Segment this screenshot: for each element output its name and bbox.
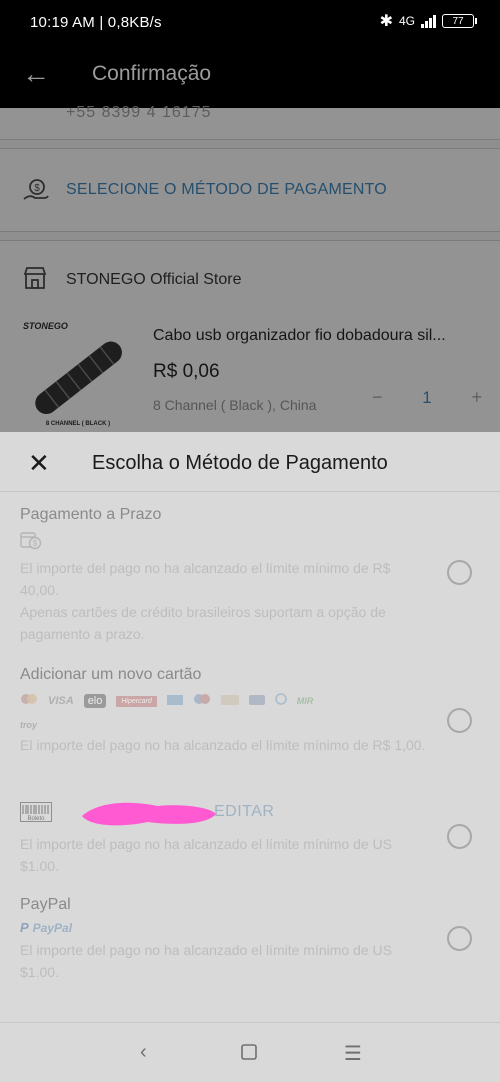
app-bar: ← Confirmação [0, 44, 500, 108]
product-price: R$ 0,06 [153, 361, 220, 382]
checkout-page: +55 8399 4 16175 $ SELECIONE O MÉTODO DE… [0, 104, 500, 432]
elo-icon: elo [83, 694, 107, 708]
calendar-dollar-icon: $ [20, 532, 42, 550]
payment-method-row[interactable]: $ SELECIONE O MÉTODO DE PAGAMENTO [0, 148, 500, 232]
product-image[interactable]: STONEGO 8 CHANNEL ( BLACK ) [20, 311, 136, 431]
status-icons: ✱ 4G 77 [379, 11, 477, 31]
product-image-caption: 8 CHANNEL ( BLACK ) [46, 421, 110, 427]
option-name: Pagamento a Prazo [20, 506, 162, 523]
jcb-icon [248, 692, 265, 710]
radio-installments[interactable] [447, 560, 472, 585]
system-nav-bar: ‹ ☰ [0, 1022, 500, 1082]
payment-option-installments[interactable]: Pagamento a Prazo $ El importe del pago … [20, 506, 480, 645]
maestro-icon [193, 692, 211, 710]
quantity-plus-button[interactable]: + [471, 387, 482, 408]
card-brand-logos: VISA elo Hipercard MIR troy [20, 692, 480, 730]
hipercard-icon: Hipercard [116, 695, 157, 707]
battery-level: 77 [452, 15, 464, 27]
page-title: Confirmação [92, 62, 212, 85]
radio-boleto[interactable] [447, 824, 472, 849]
boleto-barcode-icon: Boleto [20, 802, 52, 822]
option-name: Adicionar um novo cartão [20, 666, 202, 683]
boleto-label: Boleto [27, 816, 45, 822]
mastercard-icon [20, 692, 38, 710]
battery-icon: 77 [442, 14, 477, 28]
svg-text:$: $ [34, 183, 40, 194]
paypal-icon: P [20, 920, 29, 935]
mir-icon: MIR [296, 696, 314, 706]
address-phone: +55 8399 4 16175 [66, 104, 212, 121]
payment-hand-icon: $ [23, 179, 49, 200]
option-message: El importe del pago no ha alcanzado el l… [20, 836, 392, 874]
amex-icon [166, 692, 183, 710]
store-card: STONEGO Official Store STONEGO 8 CHANNEL… [0, 240, 500, 432]
quantity-minus-button[interactable]: − [372, 387, 383, 408]
quantity-value[interactable]: 1 [422, 388, 431, 408]
option-message: El importe del pago no ha alcanzado el l… [20, 560, 391, 598]
nav-home-icon[interactable] [241, 1043, 257, 1066]
select-payment-method-link[interactable]: SELECIONE O MÉTODO DE PAGAMENTO [66, 181, 387, 199]
store-name[interactable]: STONEGO Official Store [66, 271, 241, 289]
payment-method-sheet: ✕ Escolha o Método de Pagamento Pagament… [0, 432, 500, 1082]
nav-menu-icon[interactable]: ☰ [344, 1041, 362, 1066]
radio-paypal[interactable] [447, 926, 472, 951]
radio-new-card[interactable] [447, 708, 472, 733]
visa-icon: VISA [48, 695, 74, 707]
nav-back-icon[interactable]: ‹ [140, 1041, 147, 1064]
payment-option-new-card[interactable]: Adicionar um novo cartão VISA elo Hiperc… [20, 666, 480, 756]
address-card[interactable]: +55 8399 4 16175 [0, 104, 500, 140]
discover-icon [220, 692, 239, 710]
option-message: El importe del pago no ha alcanzado el l… [20, 942, 392, 980]
close-icon[interactable]: ✕ [28, 448, 50, 479]
sheet-title: Escolha o Método de Pagamento [92, 452, 388, 474]
payment-option-boleto[interactable]: Boleto EDITAR El importe del pago no ha … [20, 802, 480, 877]
paypal-logo-text: PayPal [32, 920, 73, 935]
option-note: Apenas cartões de crédito brasileiros su… [20, 604, 386, 642]
diners-icon [274, 692, 287, 710]
status-time: 10:19 AM | 0,8KB/s [30, 14, 162, 31]
payment-option-paypal[interactable]: PayPal P PayPal El importe del pago no h… [20, 896, 480, 983]
brand-logo: STONEGO [23, 321, 68, 331]
status-bar: 10:19 AM | 0,8KB/s ✱ 4G 77 [0, 0, 500, 44]
quantity-stepper: − 1 + [372, 387, 482, 408]
paypal-logo: P PayPal [20, 920, 480, 935]
product-variant[interactable]: 8 Channel ( Black ), China [153, 397, 316, 413]
product-title[interactable]: Cabo usb organizador fio dobadoura sil..… [153, 327, 483, 345]
troy-icon: troy [20, 720, 38, 730]
signal-icon [421, 14, 436, 28]
option-name: PayPal [20, 896, 71, 913]
network-type: 4G [398, 14, 415, 28]
sheet-header: ✕ Escolha o Método de Pagamento [0, 432, 500, 492]
store-icon [23, 267, 47, 289]
option-message: El importe del pago no ha alcanzado el l… [20, 737, 426, 753]
redaction-mark [82, 802, 216, 826]
back-arrow-icon[interactable]: ← [22, 58, 50, 90]
bluetooth-icon: ✱ [379, 13, 393, 30]
edit-boleto-link[interactable]: EDITAR [214, 803, 274, 821]
svg-text:$: $ [33, 539, 38, 548]
